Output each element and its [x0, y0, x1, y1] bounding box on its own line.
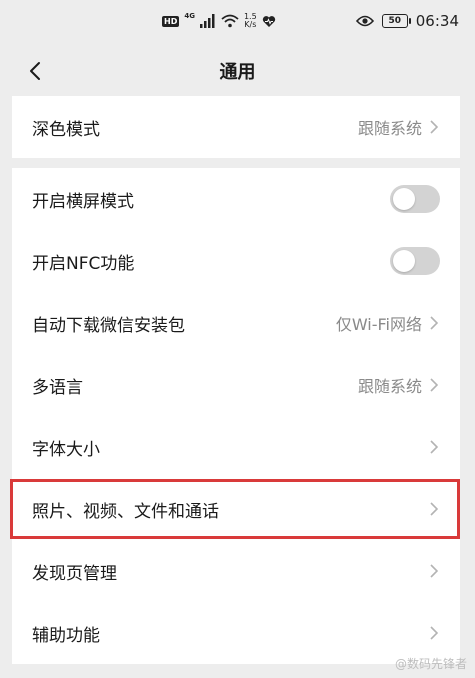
network-speed: 1.5 K/s: [244, 13, 257, 29]
settings-group-display: 深色模式 跟随系统: [12, 96, 460, 158]
setting-label: 字体大小: [32, 439, 100, 460]
network-type: 4G: [184, 12, 195, 20]
status-bar: HD 4G 1.5 K/s 50 06:34: [0, 0, 475, 44]
chevron-right-icon: [428, 315, 440, 331]
battery-indicator: 50: [381, 14, 411, 28]
navigation-bar: 通用: [0, 44, 475, 96]
nfc-toggle[interactable]: [390, 247, 440, 275]
status-icons-center: HD 4G 1.5 K/s: [162, 10, 276, 32]
toggle-knob: [393, 188, 415, 210]
setting-label: 自动下载微信安装包: [32, 315, 185, 336]
heart-health-icon: [262, 15, 275, 27]
page-title: 通用: [219, 62, 256, 83]
setting-language[interactable]: 多语言 跟随系统: [12, 354, 460, 416]
toggle-knob: [393, 250, 415, 272]
setting-discover-page[interactable]: 发现页管理: [12, 540, 460, 602]
setting-label: 照片、视频、文件和通话: [32, 501, 219, 522]
signal-icon: [199, 14, 215, 28]
setting-label: 深色模式: [32, 119, 100, 140]
setting-label: 多语言: [32, 377, 83, 398]
eye-icon: [355, 15, 374, 27]
setting-auto-download-installer[interactable]: 自动下载微信安装包 仅Wi-Fi网络: [12, 292, 460, 354]
setting-landscape-mode[interactable]: 开启横屏模式: [12, 168, 460, 230]
chevron-right-icon: [428, 377, 440, 393]
chevron-right-icon: [428, 625, 440, 641]
setting-value: 跟随系统: [357, 119, 422, 138]
watermark: @数码先锋者: [395, 655, 467, 672]
setting-dark-mode[interactable]: 深色模式 跟随系统: [12, 96, 460, 158]
watermark-text: @数码先锋者: [394, 657, 467, 671]
hd-badge: HD: [162, 15, 180, 27]
setting-font-size[interactable]: 字体大小: [12, 416, 460, 478]
clock: 06:34: [415, 12, 459, 30]
setting-label: 开启横屏模式: [32, 191, 134, 212]
chevron-right-icon: [428, 501, 440, 517]
setting-label: 发现页管理: [32, 563, 117, 584]
chevron-right-icon: [428, 439, 440, 455]
setting-value: 仅Wi-Fi网络: [335, 315, 422, 334]
setting-accessibility[interactable]: 辅助功能: [12, 602, 460, 664]
wifi-icon: [221, 14, 239, 28]
speed-unit: K/s: [244, 20, 257, 29]
landscape-mode-toggle[interactable]: [390, 185, 440, 213]
settings-group-general: 开启横屏模式 开启NFC功能 自动下载微信安装包 仅Wi-Fi网络 多语言 跟随…: [12, 168, 460, 664]
setting-value: 跟随系统: [357, 377, 422, 396]
setting-photos-videos-files-calls[interactable]: 照片、视频、文件和通话: [12, 478, 460, 540]
setting-label: 开启NFC功能: [32, 253, 135, 274]
chevron-right-icon: [428, 119, 440, 135]
setting-label: 辅助功能: [32, 625, 100, 646]
status-icons-right: 50 06:34: [355, 10, 459, 32]
chevron-right-icon: [428, 563, 440, 579]
setting-nfc[interactable]: 开启NFC功能: [12, 230, 460, 292]
